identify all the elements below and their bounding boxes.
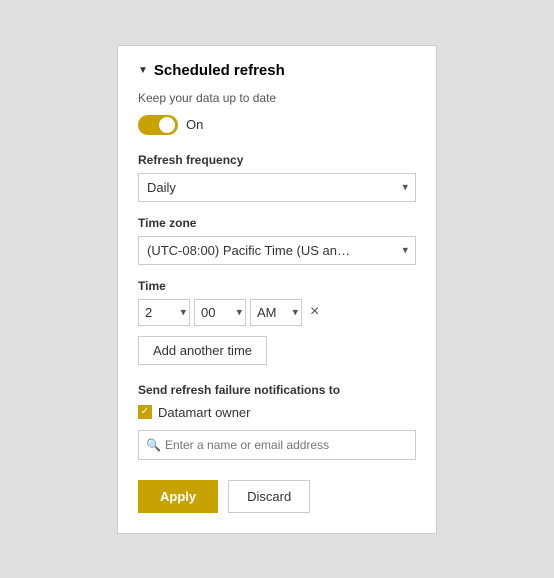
checkbox-row: ✓ Datamart owner (138, 405, 416, 420)
collapse-icon[interactable]: ▼ (138, 65, 148, 76)
scheduled-refresh-panel: ▼ Scheduled refresh Keep your data up to… (117, 45, 437, 534)
time-zone-wrapper: (UTC-08:00) Pacific Time (US an… ▾ (138, 236, 416, 265)
hour-select[interactable]: 1 2 3 4 5 6 7 8 9 10 11 12 (138, 299, 190, 326)
subtitle: Keep your data up to date (138, 91, 416, 105)
datamart-owner-checkbox[interactable]: ✓ (138, 405, 152, 419)
remove-time-button[interactable]: × (306, 302, 323, 322)
time-zone-label: Time zone (138, 216, 416, 230)
refresh-frequency-label: Refresh frequency (138, 153, 416, 167)
email-input[interactable] (138, 430, 416, 460)
time-row: 1 2 3 4 5 6 7 8 9 10 11 12 ▾ 00 15 30 45 (138, 299, 416, 326)
toggle-switch[interactable] (138, 115, 178, 135)
time-zone-select[interactable]: (UTC-08:00) Pacific Time (US an… (138, 236, 416, 265)
panel-title: Scheduled refresh (154, 62, 285, 79)
discard-button[interactable]: Discard (228, 480, 310, 513)
minute-select[interactable]: 00 15 30 45 (194, 299, 246, 326)
button-row: Apply Discard (138, 480, 416, 513)
datamart-owner-label: Datamart owner (158, 405, 250, 420)
toggle-row: On (138, 115, 416, 135)
hour-wrapper: 1 2 3 4 5 6 7 8 9 10 11 12 ▾ (138, 299, 190, 326)
email-input-wrap: 🔍 (138, 430, 416, 460)
ampm-wrapper: AM PM ▾ (250, 299, 302, 326)
ampm-select[interactable]: AM PM (250, 299, 302, 326)
toggle-thumb (159, 117, 175, 133)
refresh-frequency-wrapper: Daily Weekly ▾ (138, 173, 416, 202)
apply-button[interactable]: Apply (138, 480, 218, 513)
section-header: ▼ Scheduled refresh (138, 62, 416, 79)
toggle-label: On (186, 117, 203, 132)
add-another-time-button[interactable]: Add another time (138, 336, 267, 365)
minute-wrapper: 00 15 30 45 ▾ (194, 299, 246, 326)
search-icon: 🔍 (146, 438, 161, 452)
checkmark-icon: ✓ (141, 407, 149, 417)
time-label: Time (138, 279, 416, 293)
refresh-frequency-select[interactable]: Daily Weekly (138, 173, 416, 202)
notifications-label: Send refresh failure notifications to (138, 383, 416, 397)
